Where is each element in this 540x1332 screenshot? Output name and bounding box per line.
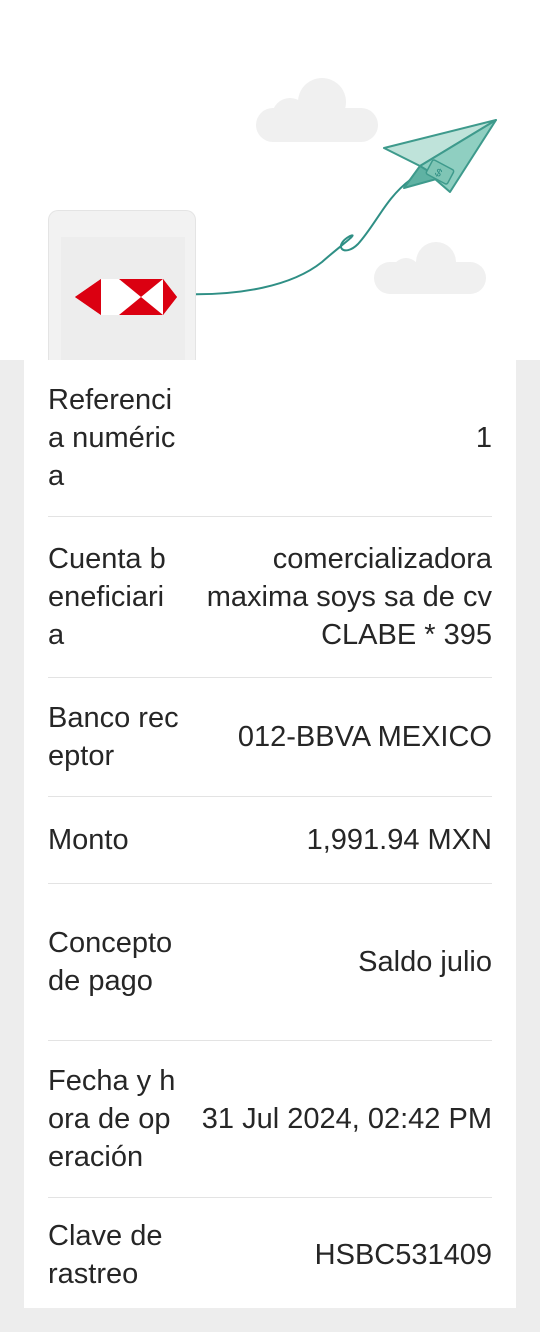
detail-row-fecha: Fecha y hora de operación 31 Jul 2024, 0…	[48, 1041, 492, 1198]
detail-row-cuenta: Cuenta beneficiaria comercializadora max…	[48, 517, 492, 678]
detail-label: Monto	[48, 824, 129, 856]
hsbc-logo-icon	[75, 279, 177, 315]
header-illustration: $	[0, 0, 540, 361]
detail-label: Concepto de pago	[48, 927, 173, 997]
detail-value: HSBC531409	[314, 1239, 492, 1271]
transfer-details-card: Referencia numérica 1 Cuenta beneficiari…	[24, 360, 516, 1308]
detail-label: Fecha y hora de operación	[48, 1065, 176, 1173]
detail-row-monto: Monto 1,991.94 MXN	[48, 797, 492, 884]
detail-label: Referencia numérica	[48, 384, 176, 492]
detail-label: Clave de rastreo	[48, 1220, 163, 1290]
phone-card	[48, 210, 196, 361]
cloud-icon	[256, 78, 378, 142]
cloud-icon	[374, 242, 486, 294]
detail-row-referencia: Referencia numérica 1	[48, 360, 492, 517]
detail-row-banco: Banco receptor 012-BBVA MEXICO	[48, 678, 492, 797]
detail-value: 1,991.94 MXN	[306, 824, 492, 856]
detail-value: comercializadora maxima soys sa de cv CL…	[206, 543, 492, 651]
detail-value: 012-BBVA MEXICO	[237, 721, 492, 753]
detail-label: Cuenta beneficiaria	[48, 543, 166, 651]
detail-value: 31 Jul 2024, 02:42 PM	[201, 1103, 492, 1135]
detail-value: Saldo julio	[358, 946, 492, 978]
paper-airplane-icon: $	[383, 119, 497, 193]
detail-row-concepto: Concepto de pago Saldo julio	[48, 884, 492, 1041]
detail-row-clave: Clave de rastreo HSBC531409	[48, 1198, 492, 1312]
detail-label: Banco receptor	[48, 702, 179, 772]
detail-value: 1	[475, 422, 492, 454]
